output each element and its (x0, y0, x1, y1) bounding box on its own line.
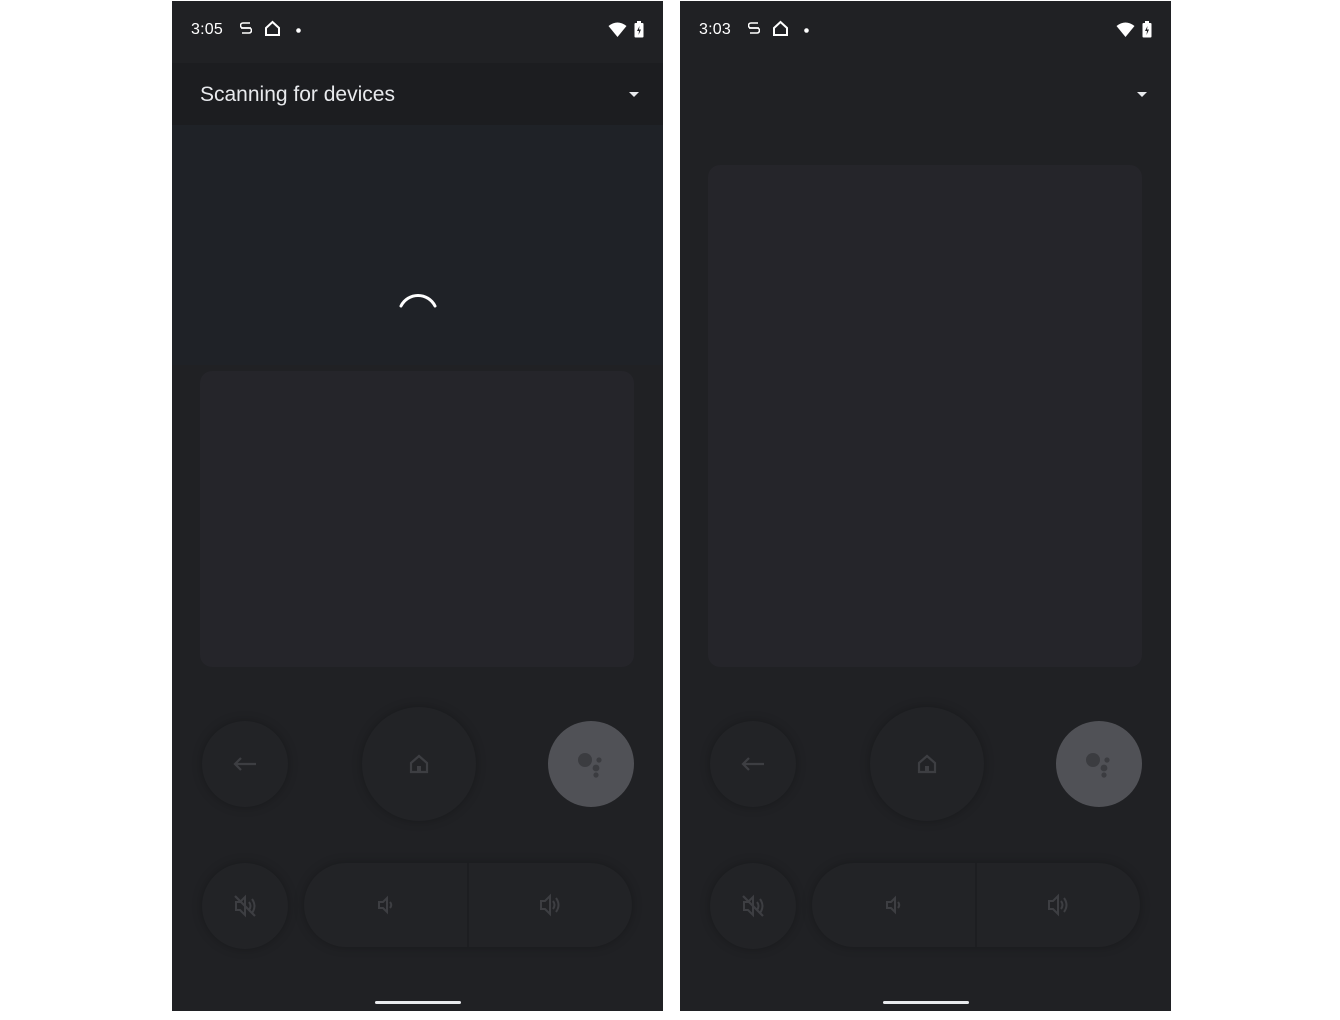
volume-down-button[interactable] (304, 863, 467, 947)
phone-screen-idle: 3:03 (680, 1, 1171, 1011)
back-arrow-icon (741, 757, 764, 771)
back-button[interactable] (710, 721, 796, 807)
back-arrow-icon (233, 757, 256, 771)
google-assistant-button[interactable] (548, 721, 634, 807)
gesture-navigation-bar[interactable] (375, 1001, 461, 1004)
notification-dot-icon (296, 28, 301, 33)
back-button[interactable] (202, 721, 288, 807)
volume-up-button[interactable] (469, 863, 632, 947)
google-assistant-icon (578, 753, 602, 778)
mute-icon (234, 894, 256, 918)
mute-button[interactable] (710, 863, 796, 949)
gesture-navigation-bar[interactable] (883, 1001, 969, 1004)
battery-icon (1142, 21, 1152, 38)
home-button[interactable] (362, 707, 476, 821)
wifi-icon (1116, 22, 1135, 37)
volume-control-group (812, 863, 1140, 947)
touchpad[interactable] (200, 371, 634, 667)
status-time: 3:03 (699, 21, 731, 38)
dropdown-arrow-icon[interactable] (621, 85, 647, 105)
phone-screen-scanning: 3:05 Scanning for devices (172, 1, 663, 1011)
volume-up-icon (539, 893, 559, 917)
google-assistant-button[interactable] (1056, 721, 1142, 807)
sync-icon (748, 20, 760, 38)
home-icon (917, 754, 937, 774)
volume-up-icon (1047, 893, 1067, 917)
battery-icon (634, 21, 644, 38)
dropdown-arrow-icon[interactable] (1129, 85, 1155, 105)
wifi-icon (608, 22, 627, 37)
home-button[interactable] (870, 707, 984, 821)
device-header: Scanning for devices (172, 63, 663, 125)
volume-up-button[interactable] (977, 863, 1140, 947)
loading-spinner-icon (398, 290, 438, 315)
volume-control-group (304, 863, 632, 947)
mute-button[interactable] (202, 863, 288, 949)
status-bar: 3:05 (172, 1, 663, 59)
scanning-overlay (172, 125, 663, 365)
sync-icon (240, 20, 252, 38)
home-outline-icon (264, 20, 281, 37)
touchpad[interactable] (708, 165, 1142, 667)
notification-dot-icon (804, 28, 809, 33)
volume-down-icon (377, 895, 392, 915)
home-icon (409, 754, 429, 774)
device-header (680, 63, 1171, 125)
status-time: 3:05 (191, 21, 223, 38)
google-assistant-icon (1086, 753, 1110, 778)
device-selector-title[interactable]: Scanning for devices (200, 83, 395, 107)
volume-down-button[interactable] (812, 863, 975, 947)
volume-down-icon (885, 895, 900, 915)
status-bar: 3:03 (680, 1, 1171, 59)
mute-icon (742, 894, 764, 918)
home-outline-icon (772, 20, 789, 37)
